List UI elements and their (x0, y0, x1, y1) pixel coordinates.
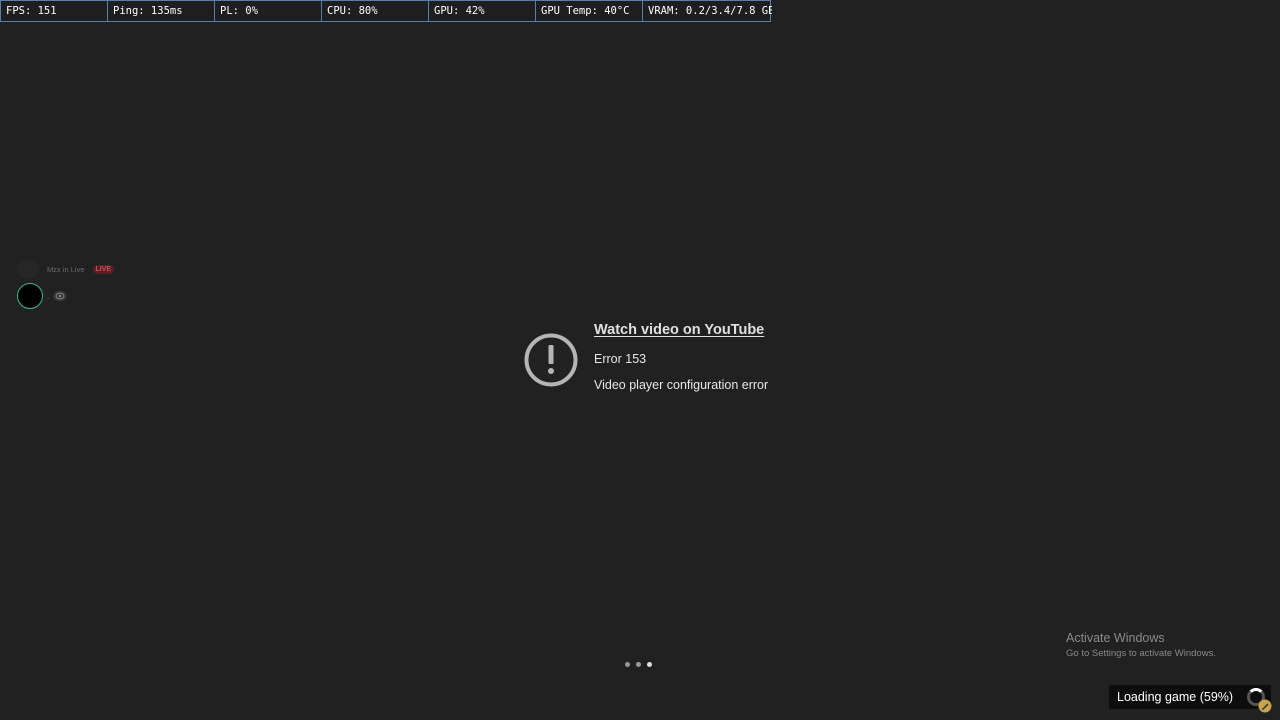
watermark-subtitle: Go to Settings to activate Windows. (1066, 648, 1216, 659)
pagination-dots (625, 662, 652, 667)
error-code: Error 153 (594, 352, 647, 366)
ping-readout: Ping: 135ms (108, 1, 215, 21)
pencil-icon[interactable] (1258, 699, 1272, 713)
live-badge: LIVE (92, 264, 115, 274)
live-user-row: . (17, 283, 114, 309)
packet-loss-readout: PL: 0% (215, 1, 322, 21)
fps-readout: FPS: 151 (1, 1, 108, 21)
live-widget: Mzx in Live LIVE . (17, 259, 115, 309)
eye-icon[interactable] (53, 291, 68, 301)
warning-circle-icon (524, 333, 578, 387)
pagination-dot-active[interactable] (647, 662, 652, 667)
loading-toast: Loading game (59%) (1109, 685, 1271, 709)
vram-readout: VRAM: 0.2/3.4/7.8 GB (648, 5, 772, 17)
live-header: Mzx in Live LIVE (17, 259, 115, 279)
loading-label: Loading game (59%) (1117, 690, 1234, 704)
gpu-readout: GPU: 42% (429, 1, 536, 21)
error-text-block: Watch video on YouTube Error 153 Video p… (594, 322, 768, 392)
error-message: Video player configuration error (594, 378, 769, 392)
pagination-dot[interactable] (625, 662, 630, 667)
pagination-dot[interactable] (636, 662, 641, 667)
watch-on-youtube-link[interactable]: Watch video on YouTube (594, 322, 768, 338)
live-channel-name: Mzx in Live (47, 264, 85, 274)
avatar[interactable] (17, 283, 43, 309)
live-dot-text: . (47, 291, 50, 301)
performance-overlay: FPS: 151 Ping: 135ms PL: 0% CPU: 80% GPU… (0, 0, 772, 22)
activate-windows-watermark: Activate Windows Go to Settings to activ… (1066, 631, 1216, 659)
cpu-readout: CPU: 80% (322, 1, 429, 21)
live-mini-avatar[interactable] (17, 259, 39, 279)
gpu-temp-readout: GPU Temp: 40°C (536, 1, 643, 21)
watermark-title: Activate Windows (1066, 631, 1165, 645)
